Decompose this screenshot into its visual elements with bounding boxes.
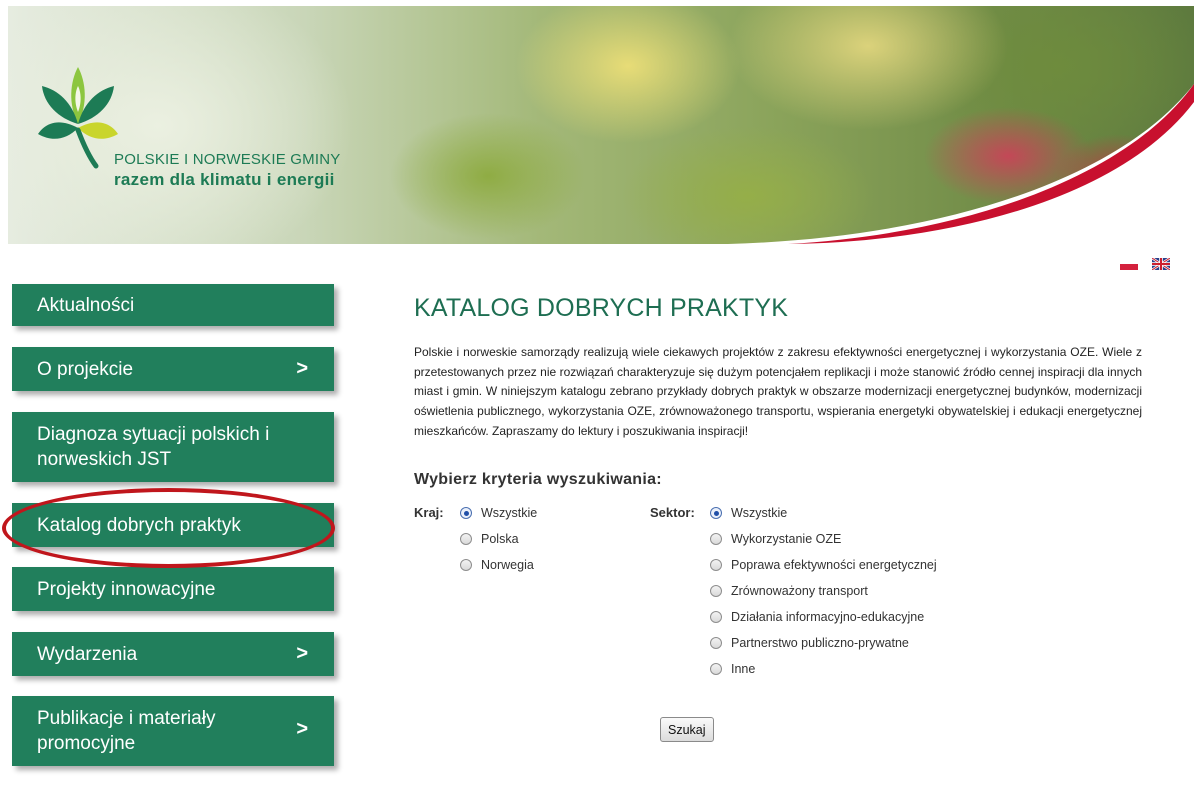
sektor-option[interactable]: Wykorzystanie OZE (710, 532, 841, 546)
sektor-option[interactable]: Partnerstwo publiczno-prywatne (710, 636, 909, 650)
nav-item-label: Projekty innowacyjne (37, 578, 216, 600)
radio-icon[interactable] (710, 663, 722, 675)
radio-icon[interactable] (710, 533, 722, 545)
kraj-option-label: Norwegia (481, 558, 534, 572)
radio-icon[interactable] (460, 533, 472, 545)
poland-flag-icon[interactable] (1120, 258, 1138, 270)
nav-item-label: O projekcie (37, 358, 134, 380)
sektor-option[interactable]: Zrównoważony transport (710, 584, 868, 598)
kraj-label: Kraj: (414, 505, 444, 520)
nav-item-aktualnosci[interactable]: Aktualności (12, 284, 334, 326)
uk-flag-icon[interactable] (1152, 258, 1170, 270)
criteria-heading: Wybierz kryteria wyszukiwania: (414, 471, 662, 488)
chevron-right-icon: > (296, 357, 308, 380)
kraj-option[interactable]: Polska (460, 532, 519, 546)
nav-item-label: Diagnoza sytuacji polskich i norweskich … (37, 424, 270, 470)
nav-item-label: Aktualności (37, 294, 135, 316)
nav-item-publikacje[interactable]: Publikacje i materiały promocyjne > (12, 696, 334, 766)
kraj-option[interactable]: Wszystkie (460, 506, 537, 520)
radio-icon[interactable] (710, 637, 722, 649)
radio-icon[interactable] (710, 611, 722, 623)
header-curve-decoration (8, 84, 1194, 244)
radio-selected-icon[interactable] (460, 507, 472, 519)
sektor-option[interactable]: Wszystkie (710, 506, 787, 520)
radio-icon[interactable] (710, 559, 722, 571)
chevron-right-icon: > (296, 718, 308, 740)
header-banner: POLSKIE I NORWESKIE GMINY razem dla klim… (8, 6, 1194, 244)
page-title: KATALOG DOBRYCH PRAKTYK (414, 294, 789, 322)
sektor-label: Sektor: (650, 505, 695, 520)
nav-item-label: Publikacje i materiały promocyjne (37, 708, 216, 754)
nav-item-projekty-innowacyjne[interactable]: Projekty innowacyjne (12, 567, 334, 611)
sektor-option-label: Inne (731, 662, 756, 676)
radio-icon[interactable] (710, 585, 722, 597)
nav-item-wydarzenia[interactable]: Wydarzenia > (12, 632, 334, 676)
radio-icon[interactable] (460, 559, 472, 571)
intro-paragraph: Polskie i norweskie samorządy realizują … (414, 345, 1142, 438)
radio-selected-icon[interactable] (710, 507, 722, 519)
kraj-option-label: Wszystkie (481, 506, 538, 520)
sektor-option-label: Partnerstwo publiczno-prywatne (731, 636, 909, 650)
logo-icon (38, 67, 118, 169)
sektor-option-label: Działania informacyjno-edukacyjne (731, 610, 925, 624)
nav-item-o-projekcie[interactable]: O projekcie > (12, 347, 334, 391)
nav-item-diagnoza[interactable]: Diagnoza sytuacji polskich i norweskich … (12, 412, 334, 482)
nav-item-label: Wydarzenia (37, 643, 138, 665)
kraj-option-label: Polska (481, 532, 519, 546)
chevron-right-icon: > (296, 642, 308, 665)
sektor-option[interactable]: Działania informacyjno-edukacyjne (710, 610, 924, 624)
sektor-option[interactable]: Poprawa efektywności energetycznej (710, 558, 937, 572)
sektor-option[interactable]: Inne (710, 662, 755, 676)
kraj-option[interactable]: Norwegia (460, 558, 534, 572)
brand-line2: razem dla klimatu i energii (114, 170, 335, 189)
sektor-option-label: Poprawa efektywności energetycznej (731, 558, 937, 572)
search-button[interactable]: Szukaj (660, 717, 714, 742)
sektor-option-label: Wykorzystanie OZE (731, 532, 842, 546)
nav-item-katalog[interactable]: Katalog dobrych praktyk (12, 503, 334, 547)
sektor-option-label: Zrównoważony transport (731, 584, 868, 598)
brand-line1: POLSKIE I NORWESKIE GMINY (114, 151, 341, 168)
sektor-option-label: Wszystkie (731, 506, 788, 520)
nav-item-label: Katalog dobrych praktyk (37, 514, 241, 536)
